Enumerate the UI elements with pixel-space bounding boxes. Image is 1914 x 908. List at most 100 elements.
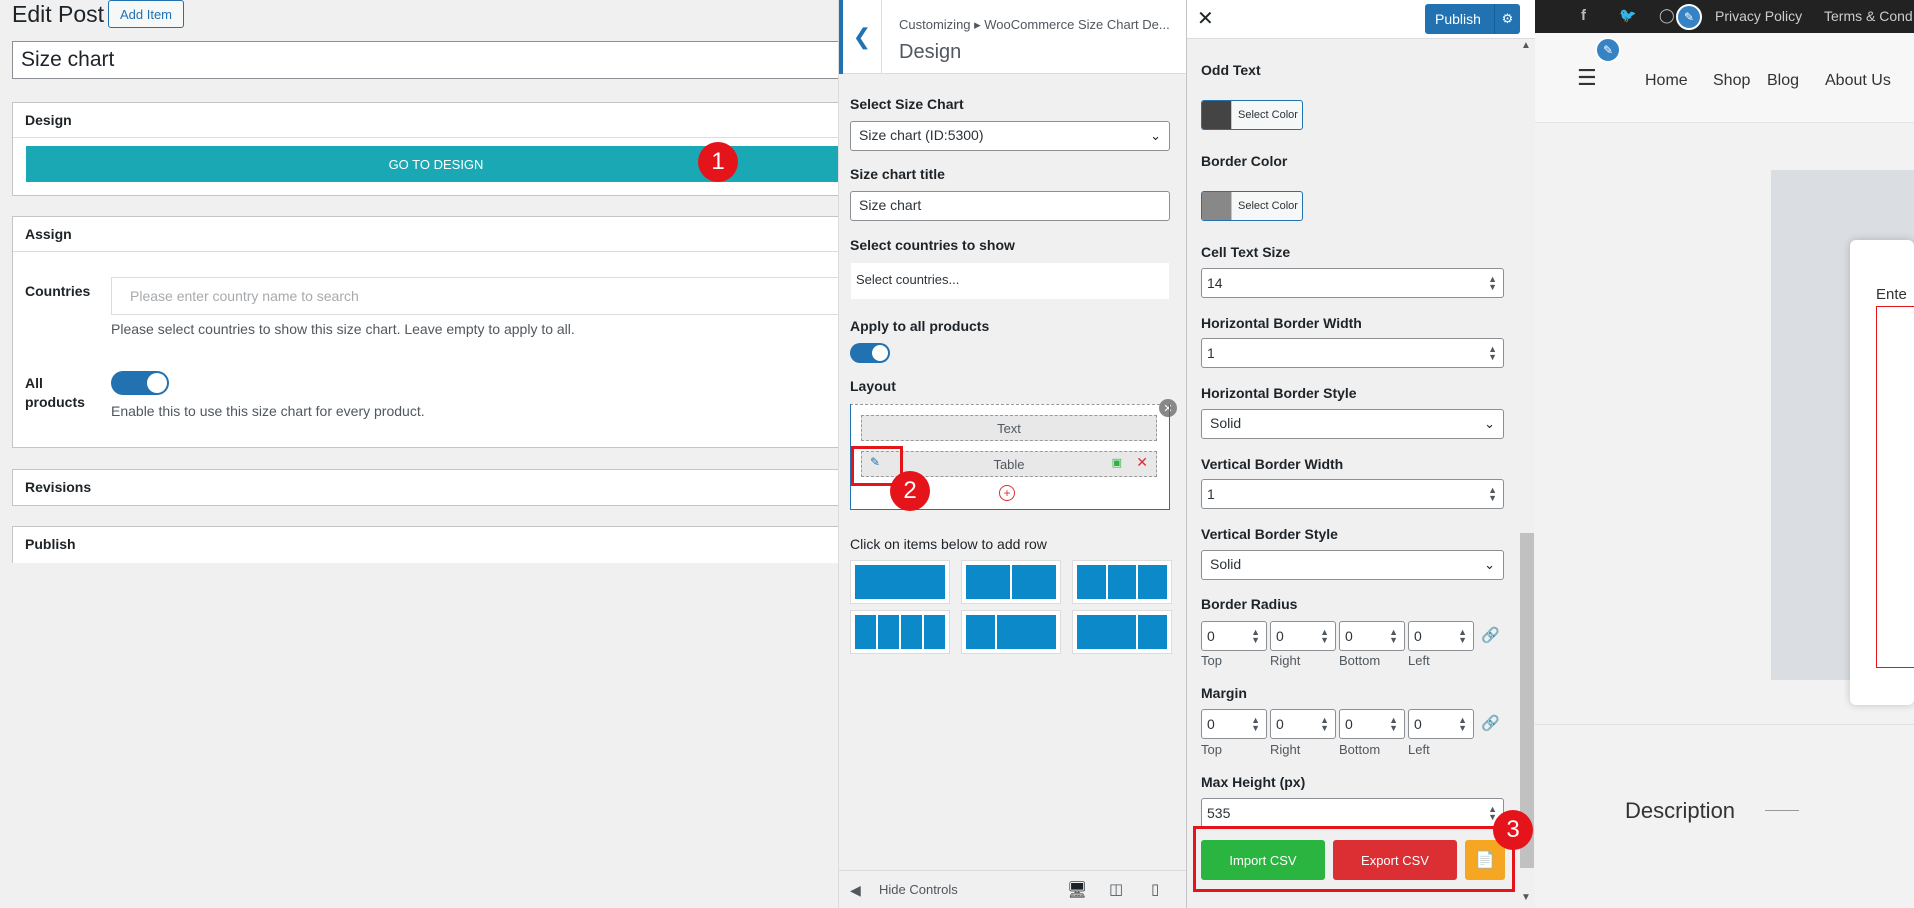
duplicate-icon[interactable]: ▣ (1112, 456, 1122, 469)
margin-top-label: Top (1201, 742, 1222, 757)
delete-x-icon[interactable]: ✕ (1136, 454, 1148, 471)
countries-help-text: Please select countries to show this siz… (111, 321, 575, 337)
border-color-button[interactable]: Select Color (1201, 191, 1303, 221)
close-circle-icon[interactable]: ✕ (1159, 399, 1177, 417)
spinner-icon[interactable]: ▲ ▼ (1251, 628, 1260, 645)
h-border-style-label: Horizontal Border Style (1201, 385, 1357, 401)
input-value: 0 (1207, 628, 1215, 644)
customizer-footer: ◀ Hide Controls 🖥 ◫ ▯ (839, 870, 1186, 908)
v-border-style-select[interactable]: Solid ⌄ (1201, 550, 1504, 580)
all-products-label-2: products (25, 394, 85, 410)
mobile-icon[interactable]: ▯ (1151, 880, 1159, 898)
assign-metabox-title: Assign (13, 217, 841, 252)
row-preset-2-1col[interactable] (1072, 610, 1172, 654)
margin-right-input[interactable]: 0 ▲ ▼ (1270, 709, 1336, 739)
countries-select[interactable]: Select countries... (850, 262, 1170, 300)
customizer-header: ❮ Customizing ▸ WooCommerce Size Chart D… (839, 0, 1186, 74)
all-products-help-text: Enable this to use this size chart for e… (111, 403, 425, 419)
spinner-icon[interactable]: ▲ ▼ (1458, 628, 1467, 645)
country-search-input[interactable]: Please enter country name to search (111, 277, 851, 315)
privacy-policy-link[interactable]: Privacy Policy (1715, 8, 1802, 24)
gear-icon[interactable]: ⚙ (1494, 4, 1520, 34)
instagram-icon[interactable]: ◯ (1659, 7, 1675, 24)
twitter-icon[interactable]: 🐦 (1619, 7, 1636, 24)
revisions-metabox[interactable]: Revisions (12, 469, 842, 506)
post-title-input[interactable]: Size chart (12, 41, 842, 79)
radius-left-input[interactable]: 0 ▲ ▼ (1408, 621, 1474, 651)
spinner-icon[interactable]: ▲ ▼ (1389, 716, 1398, 733)
select-countries-label: Select countries to show (850, 237, 1015, 253)
edit-shortcut-icon[interactable]: ✎ (1676, 4, 1702, 30)
scroll-down-icon[interactable]: ▼ (1521, 892, 1531, 903)
margin-top-input[interactable]: 0 ▲ ▼ (1201, 709, 1267, 739)
hide-controls-icon[interactable]: ◀ (850, 882, 861, 899)
row-preset-3col[interactable] (1072, 560, 1172, 604)
add-row-plus-icon[interactable]: + (999, 485, 1015, 501)
radius-top-input[interactable]: 0 ▲ ▼ (1201, 621, 1267, 651)
publish-button[interactable]: Publish ⚙ (1425, 4, 1520, 34)
spinner-icon[interactable]: ▲ ▼ (1320, 628, 1329, 645)
max-height-input[interactable]: 535 ▲ ▼ (1201, 798, 1504, 828)
back-button[interactable]: ❮ (839, 0, 882, 74)
row-preset-1-2col[interactable] (961, 610, 1061, 654)
row-preset-4col[interactable] (850, 610, 950, 654)
margin-bottom-input[interactable]: 0 ▲ ▼ (1339, 709, 1405, 739)
close-icon[interactable]: ✕ (1197, 6, 1214, 31)
radius-left-label: Left (1408, 653, 1430, 668)
spinner-icon[interactable]: ▲ ▼ (1251, 716, 1260, 733)
h-border-width-input[interactable]: 1 ▲ ▼ (1201, 338, 1504, 368)
select-value: Solid (1210, 415, 1242, 431)
margin-left-input[interactable]: 0 ▲ ▼ (1408, 709, 1474, 739)
radius-right-label: Right (1270, 653, 1301, 668)
input-value: 0 (1414, 716, 1422, 732)
spinner-icon[interactable]: ▲ ▼ (1488, 486, 1497, 503)
desktop-icon[interactable]: 🖥 (1067, 880, 1087, 900)
terms-link[interactable]: Terms & Cond (1824, 8, 1913, 24)
cell-text-size-input[interactable]: 14 ▲ ▼ (1201, 268, 1504, 298)
spinner-icon[interactable]: ▲ ▼ (1389, 628, 1398, 645)
add-item-button[interactable]: Add Item (108, 0, 184, 28)
facebook-icon[interactable]: f (1581, 7, 1586, 24)
margin-left-label: Left (1408, 742, 1430, 757)
design-metabox-title: Design (13, 103, 841, 138)
description-heading: Description (1625, 798, 1736, 823)
radius-bottom-input[interactable]: 0 ▲ ▼ (1339, 621, 1405, 651)
hide-controls-button[interactable]: Hide Controls (879, 882, 958, 897)
spinner-icon[interactable]: ▲ ▼ (1488, 345, 1497, 362)
customizer-topbar: ✕ Publish ⚙ (1187, 0, 1536, 39)
nav-about-us[interactable]: About Us (1825, 72, 1891, 90)
scroll-up-icon[interactable]: ▲ (1521, 40, 1531, 51)
edit-shortcut-icon[interactable]: ✎ (1595, 37, 1621, 63)
hamburger-icon[interactable]: ☰ (1577, 65, 1597, 91)
toggle-knob (872, 345, 888, 361)
link-icon[interactable]: 🔗 (1481, 714, 1500, 732)
radius-top-label: Top (1201, 653, 1222, 668)
v-border-width-label: Vertical Border Width (1201, 456, 1344, 472)
publish-metabox[interactable]: Publish (12, 526, 842, 563)
layout-row-text[interactable]: Text (861, 415, 1157, 441)
spinner-icon[interactable]: ▲ ▼ (1458, 716, 1467, 733)
tablet-icon[interactable]: ◫ (1109, 880, 1123, 898)
layout-label: Layout (850, 378, 896, 394)
nav-home[interactable]: Home (1645, 72, 1688, 90)
nav-blog[interactable]: Blog (1767, 72, 1799, 90)
link-icon[interactable]: 🔗 (1481, 626, 1500, 644)
odd-text-color-button[interactable]: Select Color (1201, 100, 1303, 130)
all-products-toggle[interactable] (111, 371, 169, 395)
h-border-style-select[interactable]: Solid ⌄ (1201, 409, 1504, 439)
size-chart-select-value: Size chart (ID:5300) (859, 127, 984, 143)
size-chart-select[interactable]: Size chart (ID:5300) ⌄ (850, 121, 1170, 151)
size-chart-title-input[interactable]: Size chart (850, 191, 1170, 221)
spinner-icon[interactable]: ▲ ▼ (1488, 275, 1497, 292)
apply-all-toggle[interactable] (850, 343, 890, 363)
row-preset-1col[interactable] (850, 560, 950, 604)
chevron-down-icon: ⌄ (1484, 557, 1495, 572)
nav-shop[interactable]: Shop (1713, 72, 1750, 90)
row-preset-2col[interactable] (961, 560, 1061, 604)
cell-text-size-label: Cell Text Size (1201, 244, 1291, 260)
radius-right-input[interactable]: 0 ▲ ▼ (1270, 621, 1336, 651)
edit-post-panel: Edit Post Add Item Size chart Design GO … (0, 0, 851, 908)
revisions-title: Revisions (25, 479, 92, 495)
spinner-icon[interactable]: ▲ ▼ (1320, 716, 1329, 733)
v-border-width-input[interactable]: 1 ▲ ▼ (1201, 479, 1504, 509)
